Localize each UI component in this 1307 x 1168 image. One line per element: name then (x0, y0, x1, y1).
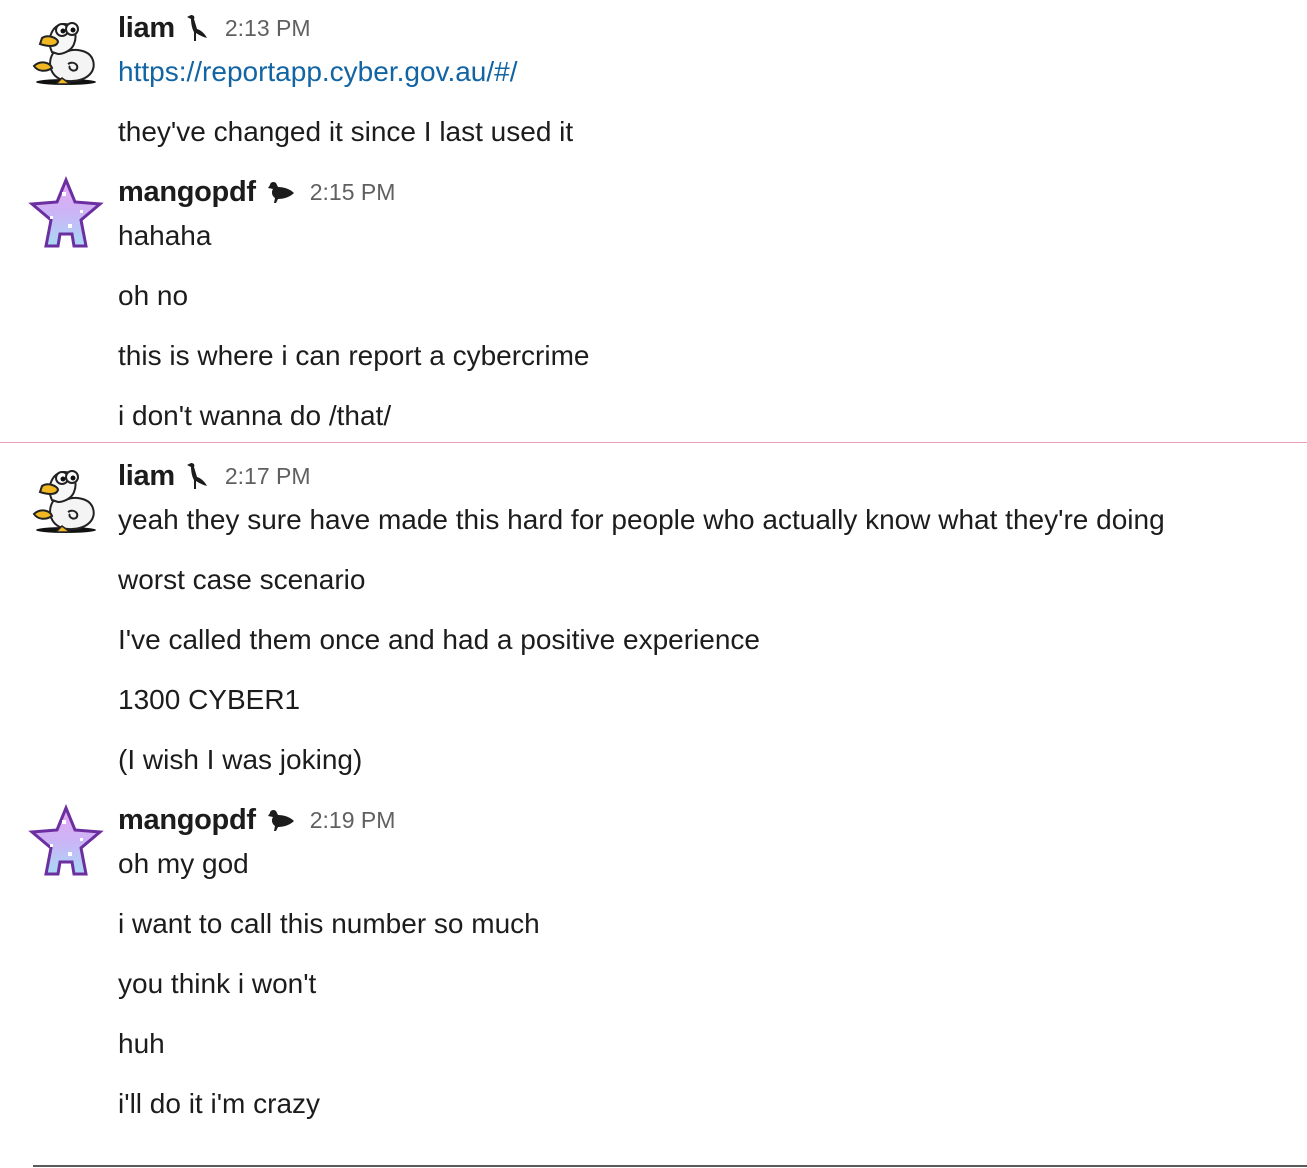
heron-icon[interactable] (185, 13, 211, 43)
pixel-star-avatar[interactable] (28, 804, 104, 880)
author-name[interactable]: liam (118, 460, 175, 493)
timestamp[interactable]: 2:15 PM (310, 179, 396, 206)
author-name[interactable]: liam (118, 12, 175, 45)
message-header: mangopdf 2:15 PM (118, 175, 395, 209)
message-header: liam 2:13 PM (118, 11, 311, 45)
message-text: you think i won't (118, 968, 317, 999)
message-text: yeah they sure have made this hard for p… (118, 504, 1165, 535)
message-text: (I wish I was joking) (118, 744, 363, 775)
author-name[interactable]: mangopdf (118, 176, 256, 209)
message-text: I've called them once and had a positive… (118, 624, 760, 655)
author-name[interactable]: mangopdf (118, 804, 256, 837)
message-input-border (33, 1165, 1307, 1167)
duck-avatar[interactable] (28, 460, 104, 536)
timestamp[interactable]: 2:13 PM (225, 15, 311, 42)
timestamp[interactable]: 2:17 PM (225, 463, 311, 490)
message-text: i want to call this number so much (118, 908, 540, 939)
message-header: mangopdf 2:19 PM (118, 803, 395, 837)
message-text: huh (118, 1028, 165, 1059)
duck-icon[interactable] (266, 807, 296, 833)
timestamp[interactable]: 2:19 PM (310, 807, 396, 834)
message-text: they've changed it since I last used it (118, 116, 574, 147)
message-text: worst case scenario (118, 564, 366, 595)
message-header: liam 2:17 PM (118, 459, 311, 493)
message-text: oh no (118, 280, 189, 311)
message-text: 1300 CYBER1 (118, 684, 301, 715)
message-text: https://reportapp.cyber.gov.au/#/ (118, 54, 518, 90)
message-link[interactable]: https://reportapp.cyber.gov.au/#/ (118, 56, 518, 87)
duck-icon[interactable] (266, 179, 296, 205)
message-text: oh my god (118, 848, 249, 879)
heron-icon[interactable] (185, 461, 211, 491)
message-text: i'll do it i'm crazy (118, 1088, 321, 1119)
message-text: hahaha (118, 220, 212, 251)
message-text: this is where i can report a cybercrime (118, 340, 590, 371)
duck-avatar[interactable] (28, 12, 104, 88)
message-text: i don't wanna do /that/ (118, 400, 392, 431)
new-messages-divider (0, 442, 1307, 443)
pixel-star-avatar[interactable] (28, 176, 104, 252)
